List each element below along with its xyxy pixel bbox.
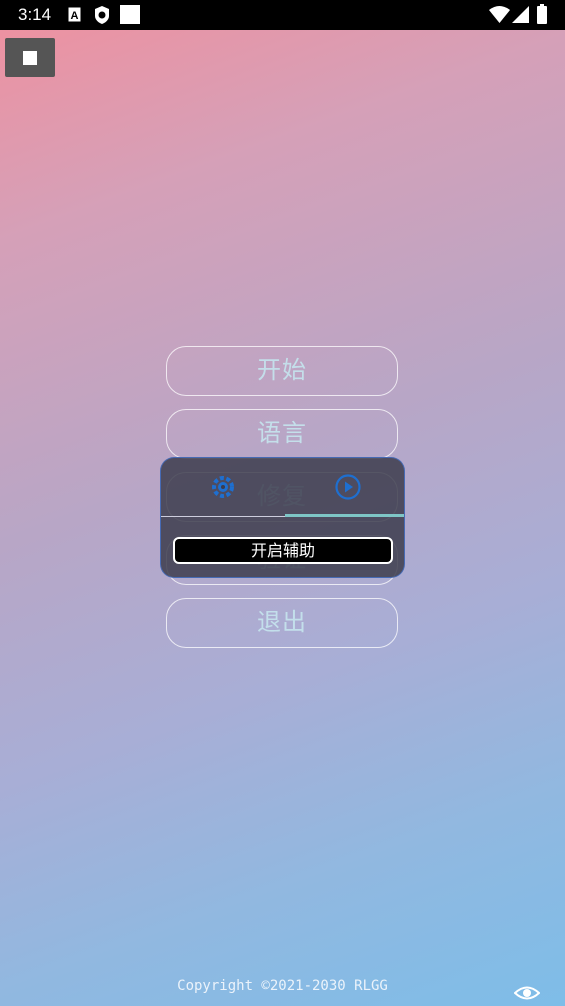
svg-text:A: A — [71, 10, 79, 22]
panel-divider-accent — [285, 514, 404, 517]
eye-icon[interactable] — [514, 983, 540, 1003]
status-time: 3:14 — [18, 5, 52, 24]
start-button[interactable]: 开始 — [166, 346, 398, 396]
shield-app-icon — [95, 6, 109, 24]
font-a-icon: A — [68, 7, 81, 22]
blank-square-icon — [120, 5, 140, 24]
stop-button[interactable] — [5, 38, 55, 77]
play-icon[interactable] — [334, 473, 362, 501]
battery-icon — [537, 4, 547, 24]
enable-accessibility-button[interactable]: 开启辅助 — [173, 537, 393, 564]
copyright-text: Copyright ©2021-2030 RLGG — [177, 978, 388, 994]
gear-icon[interactable] — [210, 474, 236, 500]
floating-panel: 开启辅助 — [160, 457, 405, 578]
exit-button[interactable]: 退出 — [166, 598, 398, 648]
status-bar: 3:14 A — [0, 0, 565, 30]
stop-icon — [23, 51, 37, 65]
wifi-icon — [489, 6, 510, 23]
language-button[interactable]: 语言 — [166, 409, 398, 459]
signal-icon — [512, 6, 529, 23]
